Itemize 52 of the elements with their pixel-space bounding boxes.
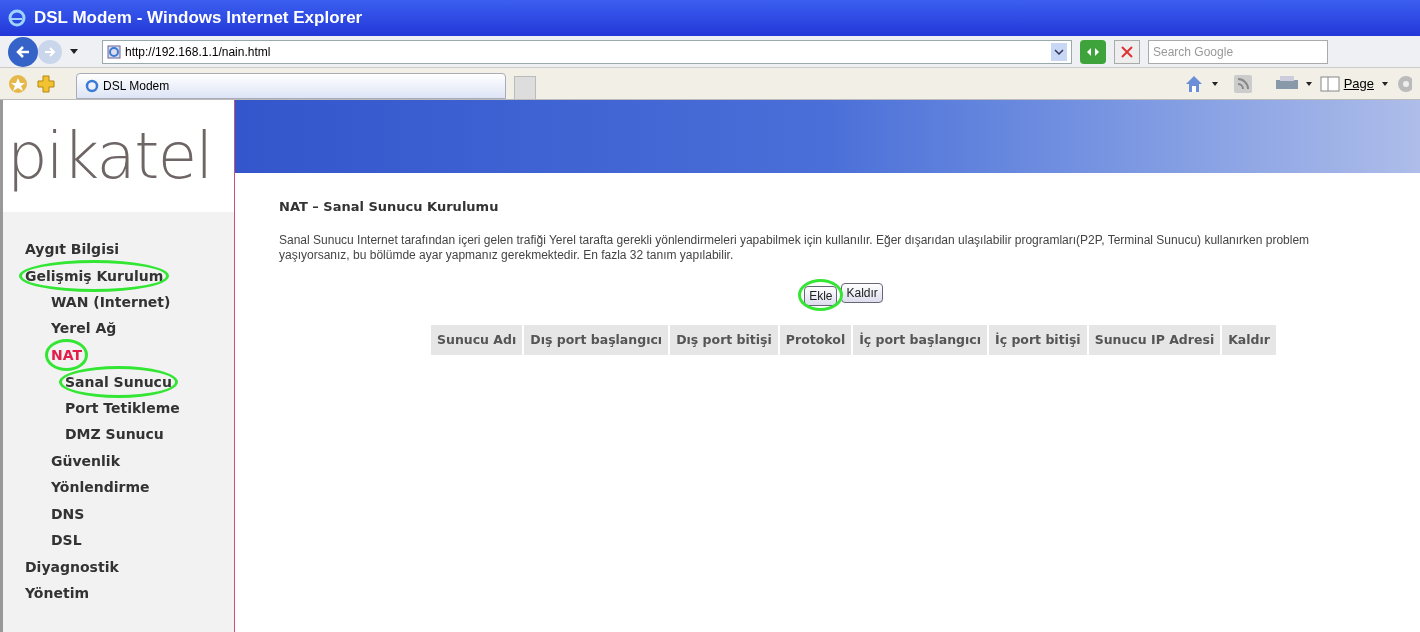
- action-button[interactable]: Ekle: [804, 285, 838, 306]
- gear-icon[interactable]: [1396, 74, 1412, 93]
- close-icon: [1120, 44, 1134, 59]
- column-header: Dış port bitişi: [669, 323, 779, 357]
- right-arrow-icon: [44, 46, 56, 57]
- column-header: İç port başlangıcı: [852, 323, 988, 357]
- page-menu-button[interactable]: Page: [1319, 73, 1374, 94]
- column-header: Sunucu IP Adresi: [1087, 323, 1222, 357]
- add-favorite-icon[interactable]: [36, 73, 56, 94]
- caret-icon[interactable]: [1305, 81, 1312, 86]
- column-header: Protokol: [778, 323, 853, 357]
- caret-icon[interactable]: [1211, 81, 1218, 86]
- column-header: İç port bitişi: [988, 323, 1088, 357]
- nav-link[interactable]: Port Tetikleme: [65, 397, 180, 419]
- caret-icon[interactable]: [1382, 81, 1388, 86]
- stop-button[interactable]: [1114, 39, 1140, 64]
- new-tab-button[interactable]: [514, 75, 536, 100]
- nav-link[interactable]: Sanal Sunucu: [65, 373, 172, 390]
- back-button[interactable]: [8, 36, 38, 67]
- action-button[interactable]: Kaldır: [841, 282, 883, 303]
- column-header: Dış port başlangıcı: [523, 323, 670, 357]
- description-text: Sanal Sunucu Internet tarafından içeri gelen trafiği Yerel tarafta gerekli yönlendirmeleri yapabilmek için kullanılır. Eğer dışarıdan ulaşılabilir programları(P2P, Terminal Sunucu) kullanırken problem yaşıyorsanız, bu bölümde ayar yapmanız gerekmektedir. En fazla 32 tanım yapılabilir.: [279, 232, 1311, 263]
- nav-link[interactable]: DSL: [51, 530, 82, 552]
- column-header: Kaldır: [1221, 323, 1277, 357]
- browser-icon: [8, 9, 26, 27]
- nav-link[interactable]: Yönetim: [25, 583, 89, 605]
- browser-icon: [85, 79, 99, 93]
- refresh-icon: [1085, 45, 1101, 58]
- feed-icon[interactable]: [1233, 74, 1252, 93]
- caret-icon: [70, 49, 78, 54]
- refresh-button[interactable]: [1080, 39, 1106, 64]
- window-title: DSL Modem - Windows Internet Explorer: [34, 7, 363, 30]
- nav-link[interactable]: DMZ Sunucu: [65, 424, 164, 446]
- dropdown-icon[interactable]: [1051, 42, 1067, 61]
- nav-link[interactable]: DNS: [51, 503, 85, 525]
- page-icon: [1319, 75, 1340, 92]
- printer-icon[interactable]: [1275, 75, 1298, 92]
- left-arrow-icon: [16, 45, 30, 58]
- address-field[interactable]: http://192.168.1.1/nain.html: [102, 39, 1072, 64]
- nav-link[interactable]: Aygıt Bilgisi: [25, 238, 120, 260]
- nav-link[interactable]: WAN (Internet): [51, 291, 171, 313]
- nav-link[interactable]: Yönlendirme: [51, 477, 150, 499]
- page-icon: [107, 44, 121, 59]
- browser-tab[interactable]: DSL Modem: [76, 73, 506, 99]
- page-heading: NAT – Sanal Sunucu Kurulumu: [279, 198, 500, 216]
- nav-link[interactable]: NAT: [51, 347, 82, 364]
- nav-link[interactable]: Diyagnostik: [25, 556, 119, 578]
- nav-link[interactable]: Yerel Ağ: [51, 318, 117, 340]
- column-header: Sunucu Adı: [430, 323, 524, 357]
- nav-link[interactable]: Güvenlik: [51, 450, 120, 472]
- nav-link[interactable]: Gelişmiş Kurulum: [25, 267, 164, 284]
- search-field[interactable]: Search Google: [1148, 39, 1328, 64]
